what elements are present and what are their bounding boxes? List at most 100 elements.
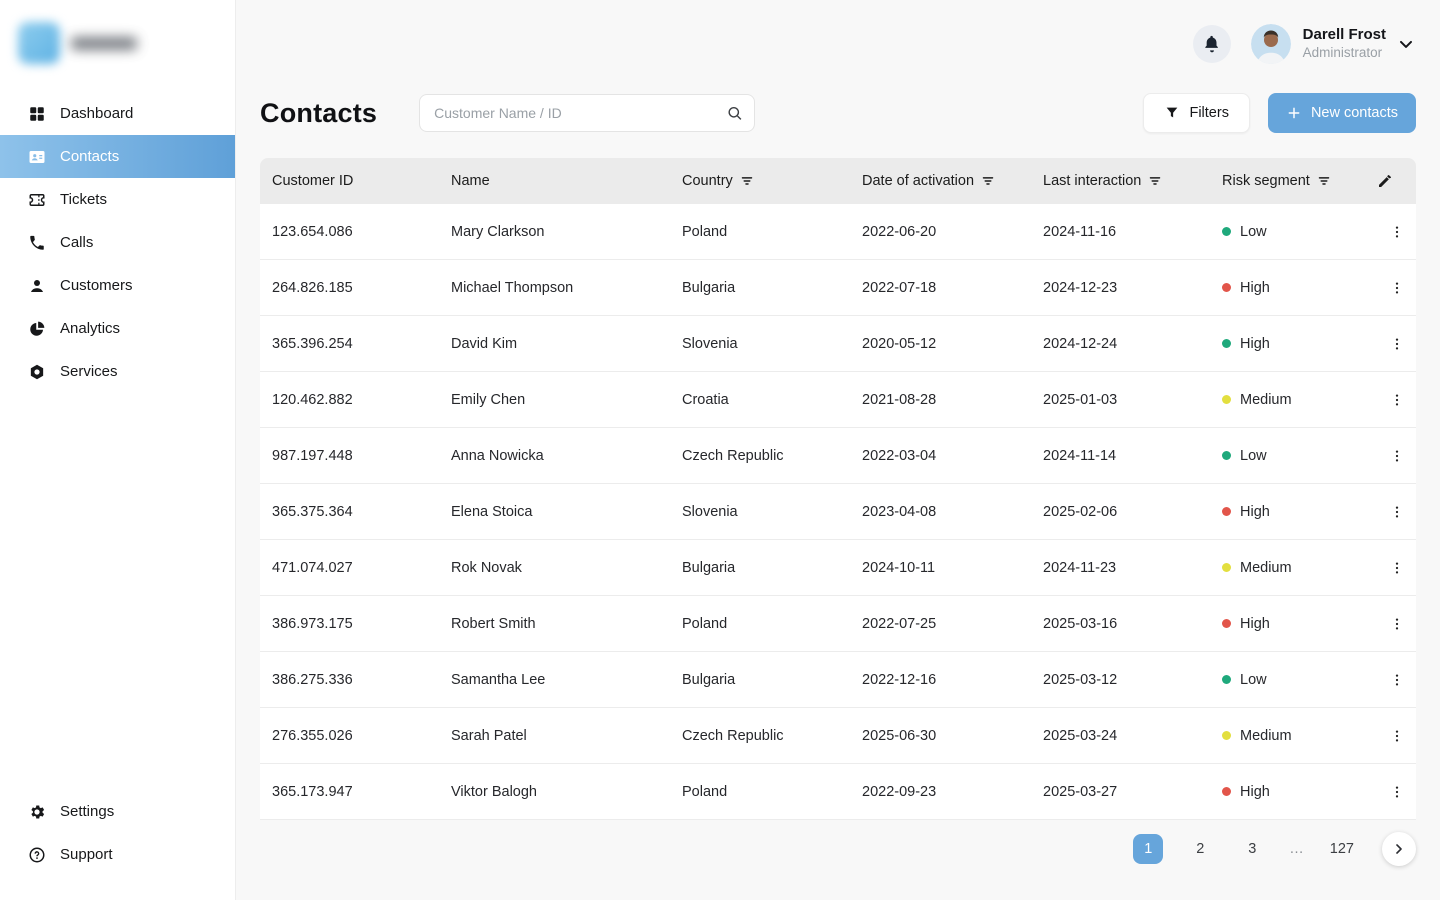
page-numbers: 123…127 (1133, 834, 1358, 864)
cell-country: Poland (682, 784, 862, 800)
sidebar-item-label: Settings (60, 803, 114, 820)
cell-activation-date: 2023-04-08 (862, 504, 1043, 520)
row-menu-button[interactable] (1377, 280, 1416, 296)
cell-customer-id: 264.826.185 (272, 280, 451, 296)
cell-activation-date: 2022-09-23 (862, 784, 1043, 800)
cell-name: Elena Stoica (451, 504, 682, 520)
sort-icon[interactable] (740, 174, 754, 188)
row-menu-button[interactable] (1377, 672, 1416, 688)
cell-customer-id: 365.173.947 (272, 784, 451, 800)
cell-risk-segment: High (1222, 784, 1377, 800)
row-menu-button[interactable] (1377, 392, 1416, 408)
risk-label: Low (1240, 448, 1267, 464)
row-menu-button[interactable] (1377, 728, 1416, 744)
risk-label: Medium (1240, 728, 1292, 744)
kebab-icon (1389, 336, 1405, 352)
user-name: Darell Frost (1303, 26, 1386, 45)
cell-risk-segment: High (1222, 336, 1377, 352)
sort-icon[interactable] (981, 174, 995, 188)
new-contacts-button[interactable]: New contacts (1268, 93, 1416, 133)
risk-dot (1222, 395, 1231, 404)
search-input[interactable] (419, 94, 755, 132)
cell-customer-id: 471.074.027 (272, 560, 451, 576)
column-date-of-activation[interactable]: Date of activation (862, 173, 1043, 189)
chevron-right-icon (1391, 841, 1407, 857)
column-label: Customer ID (272, 173, 353, 189)
kebab-icon (1389, 616, 1405, 632)
cell-risk-segment: Medium (1222, 728, 1377, 744)
row-menu-button[interactable] (1377, 784, 1416, 800)
column-country[interactable]: Country (682, 173, 862, 189)
column-label: Last interaction (1043, 173, 1141, 189)
sidebar-item-tickets[interactable]: Tickets (0, 178, 235, 221)
page-button-127[interactable]: 127 (1326, 834, 1358, 864)
page-button-2[interactable]: 2 (1185, 834, 1215, 864)
page-header: Contacts Filters New contacts (260, 90, 1416, 136)
cell-last-interaction: 2025-03-27 (1043, 784, 1222, 800)
sidebar-item-contacts[interactable]: Contacts (0, 135, 235, 178)
cell-customer-id: 276.355.026 (272, 728, 451, 744)
row-menu-button[interactable] (1377, 560, 1416, 576)
calls-icon (28, 234, 46, 252)
sidebar-item-dashboard[interactable]: Dashboard (0, 92, 235, 135)
page-actions: Filters New contacts (1143, 93, 1416, 133)
table-row: 386.275.336Samantha LeeBulgaria2022-12-1… (260, 652, 1416, 708)
cell-country: Bulgaria (682, 560, 862, 576)
sidebar-item-analytics[interactable]: Analytics (0, 307, 235, 350)
services-icon (28, 363, 46, 381)
avatar[interactable] (1251, 24, 1291, 64)
notifications-button[interactable] (1193, 25, 1231, 63)
cell-customer-id: 120.462.882 (272, 392, 451, 408)
pencil-icon[interactable] (1377, 173, 1393, 189)
column-risk-segment[interactable]: Risk segment (1222, 173, 1377, 189)
cell-country: Czech Republic (682, 448, 862, 464)
sidebar-item-support[interactable]: Support (0, 833, 235, 876)
sidebar-item-calls[interactable]: Calls (0, 221, 235, 264)
next-page-button[interactable] (1382, 832, 1416, 866)
sidebar-item-services[interactable]: Services (0, 350, 235, 393)
cell-country: Slovenia (682, 504, 862, 520)
support-icon (28, 846, 46, 864)
row-menu-button[interactable] (1377, 616, 1416, 632)
sidebar-item-customers[interactable]: Customers (0, 264, 235, 307)
risk-label: Low (1240, 224, 1267, 240)
risk-label: Medium (1240, 560, 1292, 576)
kebab-icon (1389, 504, 1405, 520)
cell-risk-segment: Low (1222, 448, 1377, 464)
column-edit[interactable] (1377, 173, 1416, 189)
sort-icon[interactable] (1317, 174, 1331, 188)
row-menu-button[interactable] (1377, 448, 1416, 464)
user-menu-chevron[interactable] (1396, 34, 1416, 54)
page-button-3[interactable]: 3 (1237, 834, 1267, 864)
page-button-1[interactable]: 1 (1133, 834, 1163, 864)
cell-last-interaction: 2025-02-06 (1043, 504, 1222, 520)
table-row: 386.973.175Robert SmithPoland2022-07-252… (260, 596, 1416, 652)
cell-name: Samantha Lee (451, 672, 682, 688)
table-row: 471.074.027Rok NovakBulgaria2024-10-1120… (260, 540, 1416, 596)
risk-dot (1222, 227, 1231, 236)
cell-country: Bulgaria (682, 280, 862, 296)
column-last-interaction[interactable]: Last interaction (1043, 173, 1222, 189)
sort-icon[interactable] (1148, 174, 1162, 188)
sidebar-item-settings[interactable]: Settings (0, 790, 235, 833)
cell-last-interaction: 2025-03-12 (1043, 672, 1222, 688)
cell-last-interaction: 2025-03-24 (1043, 728, 1222, 744)
row-menu-button[interactable] (1377, 504, 1416, 520)
row-menu-button[interactable] (1377, 224, 1416, 240)
filters-button[interactable]: Filters (1143, 93, 1249, 133)
cell-last-interaction: 2024-11-16 (1043, 224, 1222, 240)
sidebar-nav: DashboardContactsTicketsCallsCustomersAn… (0, 92, 235, 393)
risk-dot (1222, 339, 1231, 348)
dashboard-icon (28, 105, 46, 123)
table-row: 365.396.254David KimSlovenia2020-05-1220… (260, 316, 1416, 372)
cell-risk-segment: Low (1222, 224, 1377, 240)
plus-icon (1286, 105, 1302, 121)
row-menu-button[interactable] (1377, 336, 1416, 352)
contacts-table: Customer IDNameCountryDate of activation… (260, 158, 1416, 820)
page-title: Contacts (260, 98, 377, 129)
pagination: 123…127 (260, 832, 1416, 866)
user-role: Administrator (1303, 45, 1386, 62)
cell-risk-segment: High (1222, 280, 1377, 296)
analytics-icon (28, 320, 46, 338)
cell-activation-date: 2022-12-16 (862, 672, 1043, 688)
